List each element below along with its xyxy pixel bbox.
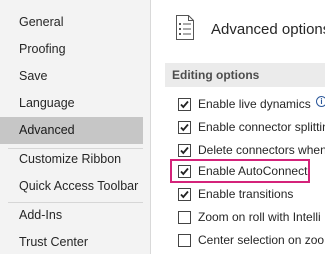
page-title: Advanced options f xyxy=(211,21,325,38)
advanced-options-pane: Advanced options f Editing options Enabl… xyxy=(151,0,325,254)
document-lines-icon xyxy=(176,15,194,40)
section-label: Editing options xyxy=(172,68,260,82)
checkbox[interactable] xyxy=(178,234,191,247)
nav-item-advanced[interactable]: Advanced xyxy=(0,117,143,144)
checkbox[interactable] xyxy=(178,188,191,201)
nav-item-trust-center[interactable]: Trust Center xyxy=(0,229,143,254)
nav-item-proofing[interactable]: Proofing xyxy=(0,36,143,63)
option-label: Enable connector splittin xyxy=(198,120,325,134)
checkbox[interactable] xyxy=(178,98,191,111)
option-label: Center selection on zoo xyxy=(198,233,325,247)
option-label: Zoom on roll with Intelli xyxy=(198,210,321,224)
section-header: Editing options xyxy=(165,63,325,87)
checkmark-icon xyxy=(180,123,189,132)
highlight-box xyxy=(170,159,310,183)
options-nav-pane: General Proofing Save Language Advanced … xyxy=(0,0,150,254)
option-label: Enable transitions xyxy=(198,187,294,201)
checkmark-icon xyxy=(180,190,189,199)
nav-item-language[interactable]: Language xyxy=(0,90,143,117)
option-label: Enable live dynamics xyxy=(198,97,311,111)
nav-item-save[interactable]: Save xyxy=(0,63,143,90)
nav-item-customize-ribbon[interactable]: Customize Ribbon xyxy=(0,146,143,173)
checkbox[interactable] xyxy=(178,144,191,157)
nav-item-general[interactable]: General xyxy=(0,9,143,36)
checkmark-icon xyxy=(180,146,189,155)
checkbox[interactable] xyxy=(178,121,191,134)
checkbox[interactable] xyxy=(178,211,191,224)
info-icon[interactable]: i xyxy=(316,96,325,107)
nav-item-quick-access-toolbar[interactable]: Quick Access Toolbar xyxy=(0,173,143,200)
checkmark-icon xyxy=(180,100,189,109)
option-label: Delete connectors when xyxy=(198,143,325,157)
nav-item-add-ins[interactable]: Add-Ins xyxy=(0,202,143,229)
